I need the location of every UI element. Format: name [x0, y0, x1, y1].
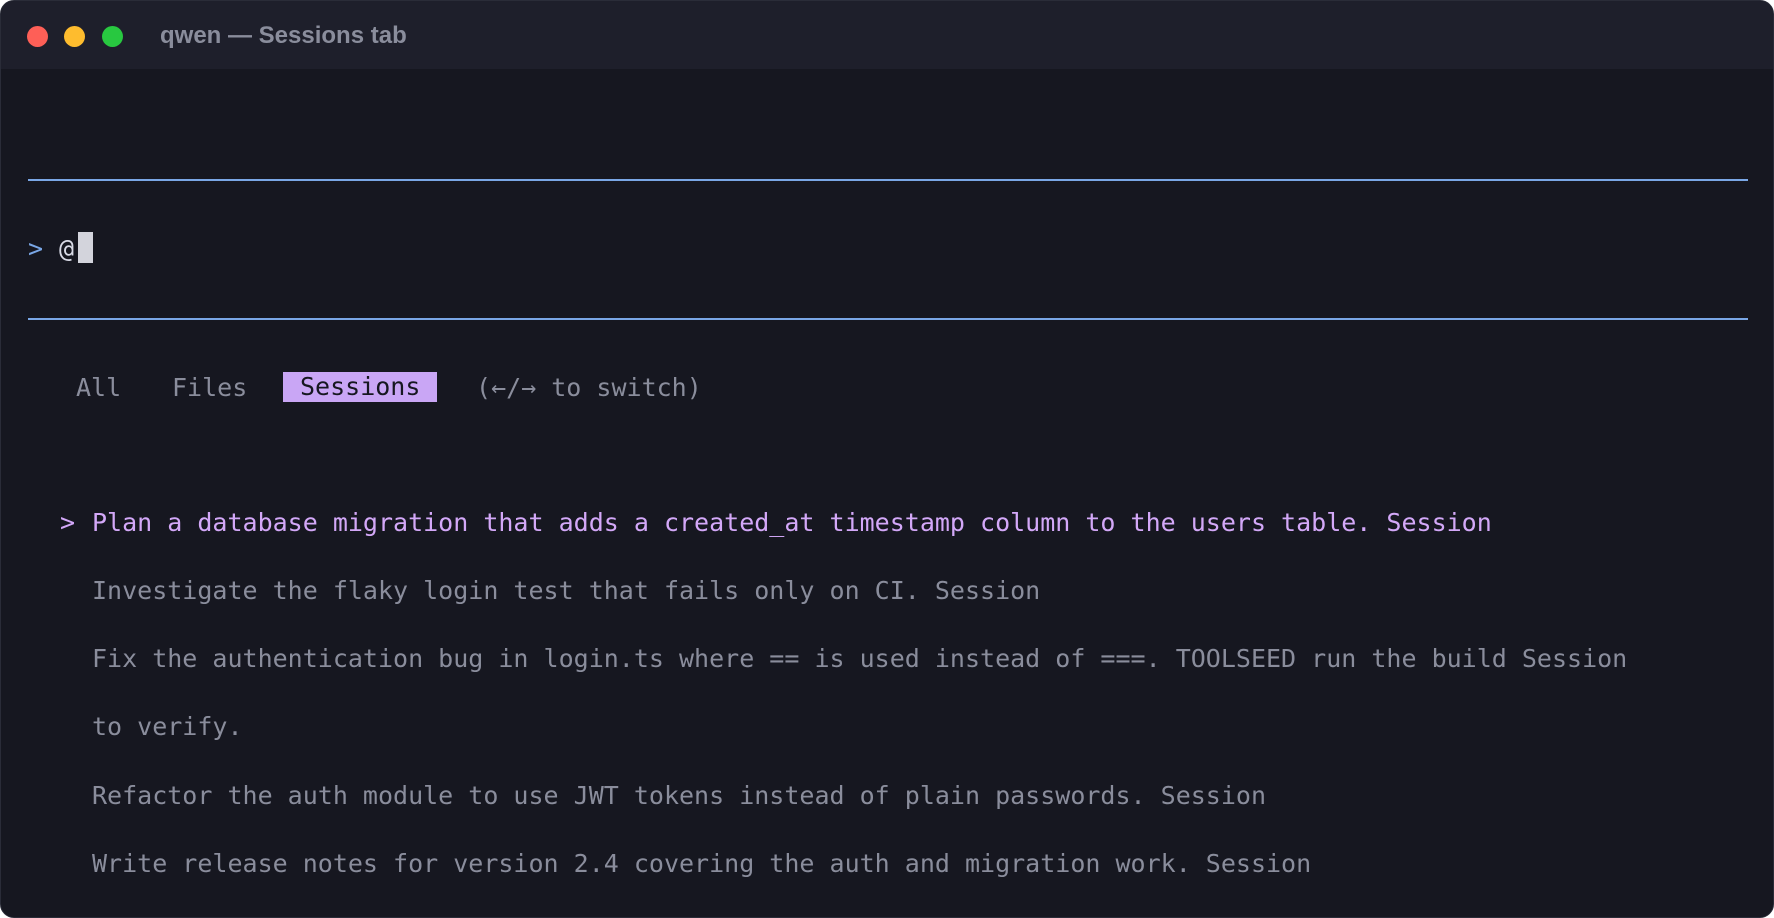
tab-switch-hint: (←/→ to switch) — [476, 373, 702, 402]
tab-all[interactable]: All — [76, 371, 121, 405]
session-item-continuation[interactable]: to verify. — [92, 710, 243, 744]
selection-marker: > — [60, 508, 76, 537]
session-item[interactable]: Investigate the flaky login test that fa… — [92, 574, 1040, 608]
text-cursor — [78, 232, 93, 263]
tab-sessions[interactable]: Sessions — [283, 372, 438, 402]
window-title: qwen — Sessions tab — [160, 22, 407, 49]
terminal-window: qwen — Sessions tab > @ All Files Sessio… — [0, 0, 1774, 918]
input-divider-bottom — [28, 318, 1748, 320]
close-window-button[interactable] — [27, 26, 48, 47]
session-item-selected[interactable]: Plan a database migration that adds a cr… — [92, 506, 1492, 540]
session-item[interactable]: Write release notes for version 2.4 cove… — [92, 847, 1311, 881]
input-divider-top — [28, 179, 1748, 181]
session-item[interactable]: Fix the authentication bug in login.ts w… — [92, 642, 1627, 676]
prompt-caret: > — [28, 234, 44, 263]
zoom-window-button[interactable] — [102, 26, 123, 47]
minimize-window-button[interactable] — [64, 26, 85, 47]
session-item[interactable]: Refactor the auth module to use JWT toke… — [92, 779, 1266, 813]
tab-files[interactable]: Files — [172, 371, 247, 405]
prompt-input[interactable]: @ — [59, 232, 74, 266]
title-bar: qwen — Sessions tab — [1, 1, 1773, 69]
